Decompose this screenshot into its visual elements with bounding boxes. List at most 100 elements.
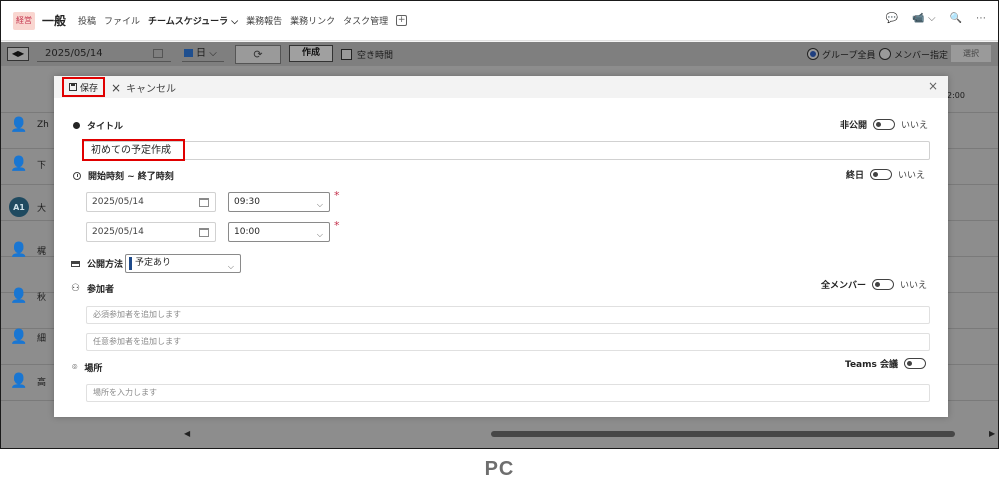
teams-window: 経営 一般 投稿 ファイル チームスケジューラ ⌵ 業務報告 業務リンク タスク… bbox=[0, 0, 999, 449]
tab-strip: 投稿 ファイル チームスケジューラ ⌵ 業務報告 業務リンク タスク管理 + bbox=[78, 14, 408, 27]
required-mark: * bbox=[334, 219, 340, 232]
teams-meeting-toggle-group: Teams 会議 bbox=[845, 357, 926, 370]
member-row[interactable]: 👤 Zh bbox=[9, 110, 53, 140]
tab-posts[interactable]: 投稿 bbox=[78, 14, 96, 27]
member-name: 大 bbox=[37, 203, 47, 214]
avatar: 👤 bbox=[10, 117, 28, 133]
tab-team-scheduler[interactable]: チームスケジューラ ⌵ bbox=[148, 14, 238, 27]
horizontal-scrollbar[interactable] bbox=[491, 431, 955, 437]
calendar-icon[interactable] bbox=[199, 228, 209, 237]
scheduler-toolbar: ◀▶ 2025/05/14 日 ⌵ ⟳ 作成 空き時間 グループ全員 メンバー指… bbox=[1, 42, 998, 66]
required-mark: * bbox=[334, 189, 340, 202]
publish-row-label: 公開方法 bbox=[71, 257, 123, 270]
close-icon: × bbox=[111, 80, 122, 95]
attendees-row-label: ⚇ 参加者 bbox=[71, 282, 114, 295]
member-row[interactable]: 👤 梶 bbox=[9, 235, 53, 265]
all-members-toggle[interactable] bbox=[872, 279, 895, 290]
free-time-checkbox[interactable] bbox=[341, 49, 352, 60]
chevron-down-icon: ⌵ bbox=[316, 230, 323, 239]
person-icon: ⚇ bbox=[71, 283, 80, 294]
publish-label: 公開方法 bbox=[87, 260, 124, 270]
view-label: 日 bbox=[196, 48, 206, 59]
all-members-toggle-group: 全メンバー いいえ bbox=[821, 278, 927, 291]
member-row[interactable]: 👤 秋 bbox=[9, 281, 53, 311]
refresh-button[interactable]: ⟳ bbox=[235, 45, 281, 64]
channel-name: 一般 bbox=[42, 14, 67, 28]
dialog-header: 保存 × キャンセル × bbox=[54, 76, 948, 98]
member-name: 高 bbox=[37, 377, 47, 388]
member-row[interactable]: 👤 細 bbox=[9, 322, 53, 352]
location-row-label: ⌾ 場所 bbox=[72, 361, 102, 375]
clock-icon bbox=[73, 171, 81, 180]
bullet-icon bbox=[73, 122, 80, 129]
start-date-value: 2025/05/14 bbox=[92, 197, 144, 207]
caption: PC bbox=[484, 458, 515, 480]
private-toggle[interactable] bbox=[873, 119, 896, 130]
chat-icon[interactable]: 💬 bbox=[886, 13, 898, 24]
avatar: 👤 bbox=[10, 156, 28, 172]
avatar: A1 bbox=[9, 197, 29, 217]
member-name: 細 bbox=[37, 333, 47, 344]
scroll-right-icon[interactable]: ▶ bbox=[989, 429, 995, 438]
avatar: 👤 bbox=[10, 288, 28, 304]
start-date-field[interactable]: 2025/05/14 bbox=[86, 192, 216, 212]
all-day-label: 終日 bbox=[846, 171, 865, 181]
teams-meeting-toggle[interactable] bbox=[904, 358, 926, 369]
member-name: 秋 bbox=[37, 292, 47, 303]
member-row[interactable]: 👤 下 bbox=[9, 149, 53, 179]
video-icon[interactable]: 📹 ⌵ bbox=[912, 13, 935, 24]
view-selector[interactable]: 日 ⌵ bbox=[182, 46, 224, 62]
hour-label: 2:00 bbox=[947, 91, 965, 100]
member-row[interactable]: A1 大 bbox=[9, 192, 53, 222]
cancel-button[interactable]: × キャンセル bbox=[111, 80, 176, 96]
scroll-left-icon[interactable]: ◀ bbox=[184, 429, 190, 438]
all-day-value: いいえ bbox=[898, 171, 926, 181]
end-date-field[interactable]: 2025/05/14 bbox=[86, 222, 216, 242]
select-button[interactable]: 選択 bbox=[951, 45, 991, 62]
save-label: 保存 bbox=[79, 83, 98, 94]
date-nav-arrows[interactable]: ◀▶ bbox=[7, 47, 29, 61]
more-icon[interactable]: ⋯ bbox=[976, 13, 986, 24]
save-button[interactable]: 保存 bbox=[62, 77, 105, 97]
view-chevron-icon: ⌵ bbox=[209, 48, 217, 59]
private-toggle-group: 非公開 いいえ bbox=[840, 118, 928, 131]
tab-work-report[interactable]: 業務報告 bbox=[246, 14, 282, 27]
title-input[interactable]: 初めての予定作成 bbox=[82, 141, 930, 160]
save-icon bbox=[68, 83, 77, 91]
search-icon[interactable]: 🔍 bbox=[950, 13, 962, 24]
publish-select[interactable]: 予定あり ⌵ bbox=[125, 254, 241, 273]
chevron-down-icon: ⌵ bbox=[227, 262, 234, 271]
view-icon bbox=[184, 49, 193, 57]
all-day-toggle[interactable] bbox=[870, 169, 893, 180]
group-all-radio[interactable] bbox=[807, 48, 819, 60]
all-members-label: 全メンバー bbox=[821, 281, 867, 291]
required-attendees-input[interactable]: 必須参加者を追加します bbox=[86, 306, 930, 324]
end-time-value: 10:00 bbox=[234, 227, 260, 237]
dialog-close-icon[interactable]: × bbox=[928, 79, 938, 93]
start-time-select[interactable]: 09:30 ⌵ bbox=[228, 192, 330, 212]
private-label: 非公開 bbox=[840, 121, 868, 131]
private-value: いいえ bbox=[901, 121, 929, 131]
member-row[interactable]: 👤 高 bbox=[9, 366, 53, 396]
tab-files[interactable]: ファイル bbox=[104, 14, 140, 27]
time-label: 開始時刻 ~ 終了時刻 bbox=[88, 172, 174, 182]
member-name: 下 bbox=[37, 160, 47, 171]
add-tab-icon[interactable]: + bbox=[396, 15, 408, 26]
tab-work-links[interactable]: 業務リンク bbox=[290, 14, 335, 27]
tab-task-management[interactable]: タスク管理 bbox=[343, 14, 388, 27]
title-row-label: タイトル bbox=[73, 119, 123, 132]
optional-attendees-input[interactable]: 任意参加者を追加します bbox=[86, 333, 930, 351]
calendar-icon[interactable] bbox=[153, 49, 163, 58]
member-specified-radio[interactable] bbox=[879, 48, 891, 60]
end-time-select[interactable]: 10:00 ⌵ bbox=[228, 222, 330, 242]
calendar-icon[interactable] bbox=[199, 198, 209, 207]
time-row-label: 開始時刻 ~ 終了時刻 bbox=[73, 169, 174, 182]
create-button[interactable]: 作成 bbox=[289, 45, 333, 62]
member-specified-label: メンバー指定 bbox=[894, 51, 949, 61]
free-time-label: 空き時間 bbox=[357, 51, 394, 61]
date-picker[interactable]: 2025/05/14 bbox=[37, 46, 171, 62]
avatar: 👤 bbox=[10, 242, 28, 258]
location-input[interactable]: 場所を入力します bbox=[86, 384, 930, 402]
event-dialog: 保存 × キャンセル × タイトル 非公開 いいえ 初めての予定作成 開始時刻 … bbox=[54, 76, 948, 417]
publish-value: 予定あり bbox=[135, 258, 172, 268]
